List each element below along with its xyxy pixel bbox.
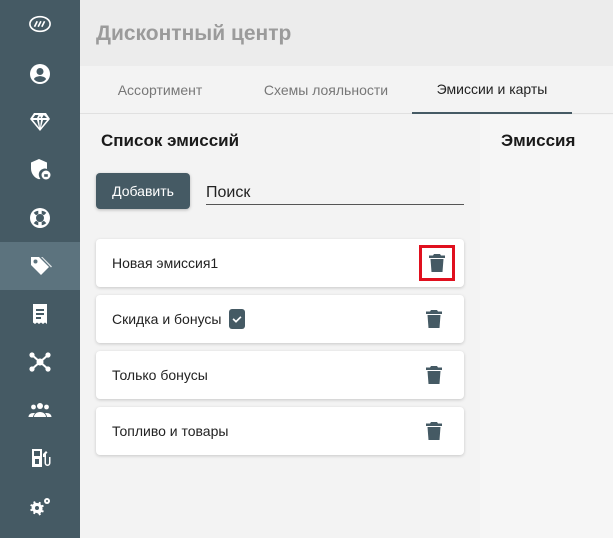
delete-button[interactable] xyxy=(419,245,455,281)
diamond-icon xyxy=(30,113,50,131)
emission-detail-panel: Эмиссия xyxy=(480,115,613,538)
list-item[interactable]: Только бонусы xyxy=(96,351,464,399)
list-item[interactable]: Новая эмиссия1 xyxy=(96,239,464,287)
sidebar-item-fuel[interactable] xyxy=(0,434,80,482)
gears-icon xyxy=(30,498,50,516)
sidebar-item-diamond[interactable] xyxy=(0,98,80,146)
page-title: Дисконтный центр xyxy=(96,22,292,45)
sidebar-rail xyxy=(0,0,80,538)
shield-icon xyxy=(31,159,51,180)
trash-icon xyxy=(426,366,442,384)
clipboard-check-icon xyxy=(229,309,246,329)
tab-emissions-cards[interactable]: Эмиссии и карты xyxy=(412,66,572,114)
sidebar-item-logo[interactable] xyxy=(0,0,80,48)
sidebar-item-settings[interactable] xyxy=(0,484,80,532)
tab-assortment[interactable]: Ассортимент xyxy=(90,66,230,114)
sidebar-item-emissions[interactable] xyxy=(0,242,80,290)
emission-detail-title: Эмиссия xyxy=(501,131,576,150)
sidebar-item-support[interactable] xyxy=(0,194,80,242)
trash-icon xyxy=(429,254,445,272)
tab-bar: Ассортимент Схемы лояльности Эмиссии и к… xyxy=(80,66,613,114)
list-item-label: Топливо и товары xyxy=(112,423,229,439)
emissions-list-panel: Список эмиссий Добавить Новая эмиссия1 С… xyxy=(80,115,480,538)
list-item[interactable]: Топливо и товары xyxy=(96,407,464,455)
delete-button[interactable] xyxy=(424,421,444,441)
tab-loyalty-schemes[interactable]: Схемы лояльности xyxy=(240,66,412,114)
sidebar-item-security[interactable] xyxy=(0,146,80,194)
hub-icon xyxy=(29,352,51,372)
list-item-label: Только бонусы xyxy=(112,367,208,383)
add-button[interactable]: Добавить xyxy=(96,173,190,209)
people-icon xyxy=(28,403,52,417)
sidebar-item-clients[interactable] xyxy=(0,386,80,434)
sidebar-item-network[interactable] xyxy=(0,338,80,386)
lifebuoy-icon xyxy=(30,208,50,228)
delete-button[interactable] xyxy=(424,309,444,329)
fuel-icon xyxy=(32,449,51,467)
search-input[interactable] xyxy=(206,181,464,205)
trash-icon xyxy=(426,310,442,328)
list-item-label: Скидка и бонусы xyxy=(112,311,222,327)
list-item-label: Новая эмиссия1 xyxy=(112,255,219,271)
sidebar-item-receipts[interactable] xyxy=(0,290,80,338)
app-header: Дисконтный центр xyxy=(80,0,613,66)
sidebar-item-account[interactable] xyxy=(0,50,80,98)
account-icon xyxy=(30,64,50,84)
receipt-icon xyxy=(33,304,47,324)
trash-icon xyxy=(426,422,442,440)
delete-button[interactable] xyxy=(424,365,444,385)
list-item[interactable]: Скидка и бонусы xyxy=(96,295,464,343)
tag-icon xyxy=(31,257,52,275)
logo-icon xyxy=(29,15,51,33)
emissions-list-title: Список эмиссий xyxy=(101,131,240,150)
